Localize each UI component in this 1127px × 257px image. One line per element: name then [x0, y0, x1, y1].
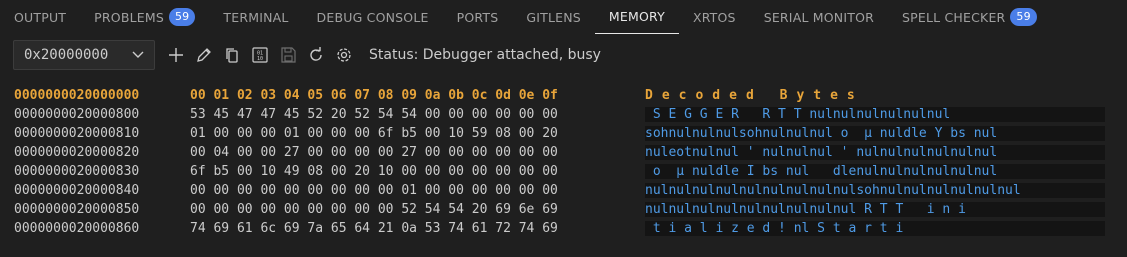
tab-terminal[interactable]: TERMINAL [209, 0, 302, 34]
row-address: 0000000020000820 [14, 145, 140, 160]
memory-grid: 0000000020000000 00 01 02 03 04 05 06 07… [14, 86, 1105, 238]
panel-tab-bar: OUTPUT PROBLEMS 59 TERMINAL DEBUG CONSOLE POR… [0, 0, 1127, 34]
memory-row: 0000000020000800 53 45 47 47 45 52 20 52 … [14, 105, 1105, 124]
row-decoded-bytes[interactable]: sohnulnulnulsohnulnulnul o µ nuldle Y bs… [645, 126, 1105, 141]
row-hex-bytes[interactable]: 00 00 00 00 00 00 00 00 00 52 54 54 20 6… [190, 202, 645, 217]
tab-output[interactable]: OUTPUT [0, 0, 80, 34]
row-decoded-bytes[interactable]: S E G G E R R T T nulnulnulnulnulnul [645, 107, 1105, 122]
memory-row: 0000000020000820 00 04 00 00 27 00 00 00 … [14, 143, 1105, 162]
copy-icon[interactable] [221, 44, 243, 66]
memory-row: 0000000020000840 00 00 00 00 00 00 00 00 … [14, 181, 1105, 200]
settings-icon[interactable] [333, 44, 355, 66]
chevron-down-icon [132, 47, 144, 63]
tab-label: GITLENS [526, 9, 581, 25]
tab-label: PROBLEMS [94, 9, 164, 25]
count-badge: 59 [168, 8, 196, 26]
header-offsets: 00 01 02 03 04 05 06 07 08 09 0a 0b 0c 0… [190, 88, 558, 103]
tab-gitlens[interactable]: GITLENS [512, 0, 595, 34]
row-address: 0000000020000810 [14, 126, 140, 141]
header-address: 0000000020000000 [14, 88, 140, 103]
address-select[interactable]: 0x20000000 [13, 40, 155, 70]
tab-label: DEBUG CONSOLE [316, 9, 429, 25]
row-decoded-bytes[interactable]: nulnulnulnulnulnulnulnulnul R T T i n i [645, 202, 1105, 217]
row-hex-bytes[interactable]: 53 45 47 47 45 52 20 52 54 54 00 00 00 0… [190, 107, 645, 122]
memory-row: 0000000020000830 6f b5 00 10 49 08 00 20 … [14, 162, 1105, 181]
save-icon[interactable] [277, 44, 299, 66]
address-value: 0x20000000 [24, 47, 109, 63]
add-icon[interactable] [165, 44, 187, 66]
row-hex-bytes[interactable]: 00 04 00 00 27 00 00 00 00 27 00 00 00 0… [190, 145, 645, 160]
row-address: 0000000020000830 [14, 164, 140, 179]
row-hex-bytes[interactable]: 6f b5 00 10 49 08 00 20 10 00 00 00 00 0… [190, 164, 645, 179]
tab-problems[interactable]: PROBLEMS 59 [80, 0, 209, 34]
refresh-icon[interactable] [305, 44, 327, 66]
count-badge: 59 [1010, 8, 1037, 26]
memory-row: 0000000020000850 00 00 00 00 00 00 00 00 … [14, 200, 1105, 219]
svg-text:10: 10 [257, 56, 263, 62]
tab-label: MEMORY [608, 9, 665, 24]
edit-icon[interactable] [193, 44, 215, 66]
tab-debug-console[interactable]: DEBUG CONSOLE [303, 0, 443, 34]
tab-label: SPELL CHECKER [902, 9, 1006, 25]
binary-icon[interactable]: 01 10 [249, 44, 271, 66]
row-address: 0000000020000860 [14, 221, 140, 236]
tab-xrtos[interactable]: XRTOS [679, 0, 750, 34]
tab-serial-monitor[interactable]: SERIAL MONITOR [750, 0, 888, 34]
tab-label: TERMINAL [223, 9, 289, 25]
row-hex-bytes[interactable]: 74 69 61 6c 69 7a 65 64 21 0a 53 74 61 7… [190, 221, 645, 236]
tab-ports[interactable]: PORTS [443, 0, 513, 34]
memory-header-row: 0000000020000000 00 01 02 03 04 05 06 07… [14, 86, 1105, 105]
tab-label: PORTS [456, 9, 499, 25]
row-hex-bytes[interactable]: 00 00 00 00 00 00 00 00 00 01 00 00 00 0… [190, 183, 645, 198]
memory-row: 0000000020000810 01 00 00 00 01 00 00 00 … [14, 124, 1105, 143]
tab-memory[interactable]: MEMORY [594, 0, 679, 34]
tab-label: OUTPUT [14, 9, 67, 25]
row-hex-bytes[interactable]: 01 00 00 00 01 00 00 00 6f b5 00 10 59 0… [190, 126, 645, 141]
memory-row: 0000000020000860 74 69 61 6c 69 7a 65 64 … [14, 219, 1105, 238]
row-address: 0000000020000850 [14, 202, 140, 217]
memory-rows: 0000000020000800 53 45 47 47 45 52 20 52 … [14, 105, 1105, 238]
tab-label: XRTOS [692, 9, 736, 25]
tab-label: SERIAL MONITOR [763, 9, 875, 25]
row-decoded-bytes[interactable]: nuleotnulnul ' nulnulnul ' nulnulnulnuln… [645, 145, 1105, 160]
row-decoded-bytes[interactable]: t i a l i z e d ! nl S t a r t i [645, 221, 1105, 236]
row-address: 0000000020000800 [14, 107, 140, 122]
header-decoded-title: Decoded Bytes [645, 88, 864, 103]
row-decoded-bytes[interactable]: o µ nuldle I bs nul dlenulnulnulnulnulnu… [645, 164, 1105, 179]
memory-toolbar: 0x20000000 01 10 Status: Debugger attache… [13, 39, 601, 71]
tab-spell-checker[interactable]: SPELL CHECKER 59 [888, 0, 1051, 34]
debugger-status: Status: Debugger attached, busy [369, 47, 601, 63]
row-address: 0000000020000840 [14, 183, 140, 198]
row-decoded-bytes[interactable]: nulnulnulnulnulnulnulnulnulsohnulnulnuln… [645, 183, 1105, 198]
